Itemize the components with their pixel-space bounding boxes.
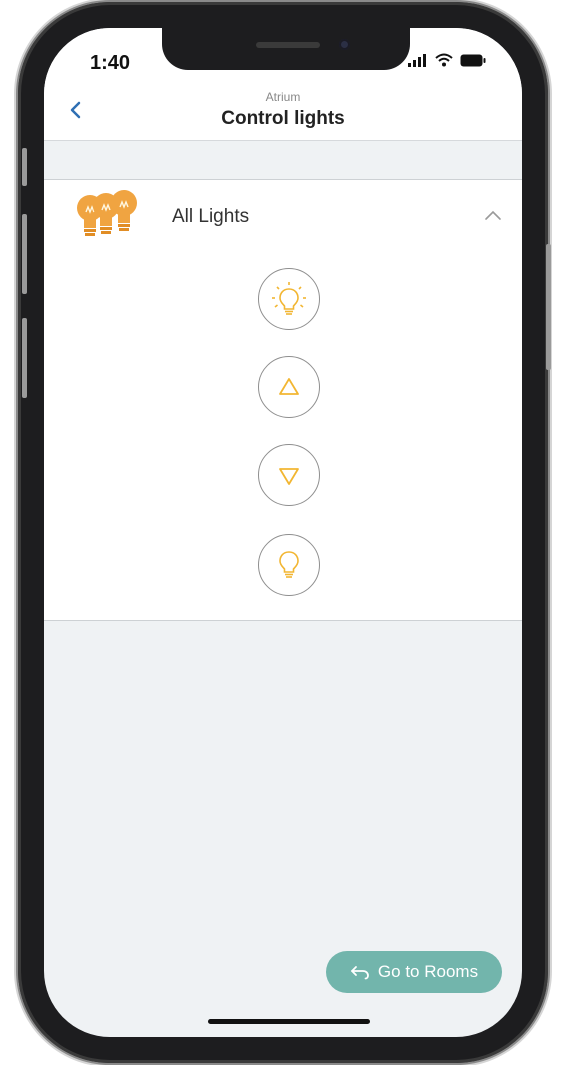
collapse-toggle[interactable] — [480, 206, 506, 226]
brighten-button[interactable] — [258, 356, 320, 418]
chevron-up-icon — [485, 210, 501, 220]
section-spacer — [44, 141, 522, 180]
phone-screen: 1:40 Atrium Control lights All Lights Go… — [44, 28, 522, 1037]
speaker-grille — [256, 42, 320, 48]
mute-switch — [22, 148, 27, 186]
dim-down-icon — [279, 468, 299, 485]
volume-up-button — [22, 214, 27, 294]
light-on-icon — [272, 282, 306, 315]
battery-icon — [460, 54, 486, 66]
notch — [162, 28, 410, 70]
light-group-panel: All Lights — [44, 180, 522, 621]
status-bar: 1:40 — [44, 28, 522, 86]
status-time: 1:40 — [90, 52, 131, 74]
page-title: Control lights — [221, 108, 345, 129]
nav-header: Atrium Control lights — [44, 86, 522, 141]
room-name: Atrium — [265, 90, 301, 104]
return-arrow-icon — [351, 966, 369, 980]
wifi-icon — [435, 53, 453, 67]
dim-button[interactable] — [258, 444, 320, 506]
go-to-rooms-button[interactable]: Go to Rooms — [326, 951, 502, 993]
front-camera — [339, 39, 350, 50]
brighten-up-icon — [279, 378, 299, 395]
light-off-button[interactable] — [258, 534, 320, 596]
light-on-button[interactable] — [258, 268, 320, 330]
signal-icon — [408, 54, 426, 67]
volume-down-button — [22, 318, 27, 398]
status-icons — [408, 53, 486, 67]
power-button — [546, 244, 551, 370]
lightbulbs-group-icon — [77, 190, 137, 236]
home-indicator — [208, 1019, 370, 1024]
light-group-label: All Lights — [172, 206, 250, 227]
go-to-rooms-label: Go to Rooms — [377, 962, 479, 981]
light-off-icon — [279, 551, 299, 578]
